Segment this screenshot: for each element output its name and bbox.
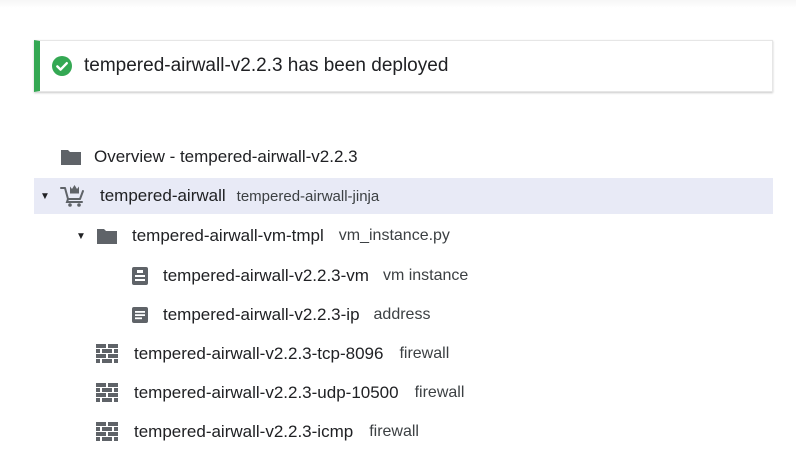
resource-type: firewall — [369, 423, 419, 440]
vm-instance-icon — [131, 266, 149, 286]
deployment-name: tempered-airwall — [100, 186, 226, 205]
resource-type: address — [373, 306, 431, 323]
deployment-resource-tree: Overview - tempered-airwall-v2.2.3 ▼ tem… — [0, 0, 796, 448]
caret-down-icon[interactable]: ▼ — [76, 231, 88, 242]
resource-name: tempered-airwall-v2.2.3-ip — [163, 305, 360, 324]
resource-name: tempered-airwall-v2.2.3-vm — [163, 266, 369, 285]
tree-item-deployment[interactable]: ▼ tempered-airwall tempered-airwall-jinj… — [34, 178, 773, 214]
tree-item-vm-instance[interactable]: tempered-airwall-v2.2.3-vm vm instance — [131, 258, 468, 294]
firewall-icon — [96, 344, 118, 364]
tree-item-overview[interactable]: Overview - tempered-airwall-v2.2.3 — [60, 139, 358, 175]
tree-item-template[interactable]: ▼ tempered-airwall-vm-tmpl vm_instance.p… — [76, 218, 450, 254]
tree-item-address[interactable]: tempered-airwall-v2.2.3-ip address — [131, 297, 430, 333]
marketplace-cart-icon — [60, 184, 86, 208]
caret-down-icon[interactable]: ▼ — [40, 191, 52, 202]
overview-label: Overview - tempered-airwall-v2.2.3 — [94, 147, 358, 166]
tree-item-firewall-tcp[interactable]: tempered-airwall-v2.2.3-tcp-8096 firewal… — [96, 336, 449, 372]
tree-item-firewall-icmp[interactable]: tempered-airwall-v2.2.3-icmp firewall — [96, 414, 419, 450]
resource-type: vm instance — [382, 267, 469, 284]
resource-name: tempered-airwall-v2.2.3-tcp-8096 — [134, 344, 384, 363]
template-type: vm_instance.py — [338, 227, 450, 244]
resource-name: tempered-airwall-v2.2.3-icmp — [134, 422, 354, 441]
resource-type: firewall — [399, 345, 450, 362]
address-icon — [131, 306, 149, 324]
resource-type: firewall — [414, 384, 465, 401]
firewall-icon — [96, 422, 118, 442]
tree-item-firewall-udp[interactable]: tempered-airwall-v2.2.3-udp-10500 firewa… — [96, 375, 464, 411]
firewall-icon — [96, 383, 118, 403]
resource-name: tempered-airwall-v2.2.3-udp-10500 — [134, 383, 399, 402]
template-name: tempered-airwall-vm-tmpl — [132, 226, 324, 245]
folder-icon — [96, 227, 118, 245]
deployment-type: tempered-airwall-jinja — [236, 187, 380, 205]
folder-icon — [60, 148, 82, 166]
